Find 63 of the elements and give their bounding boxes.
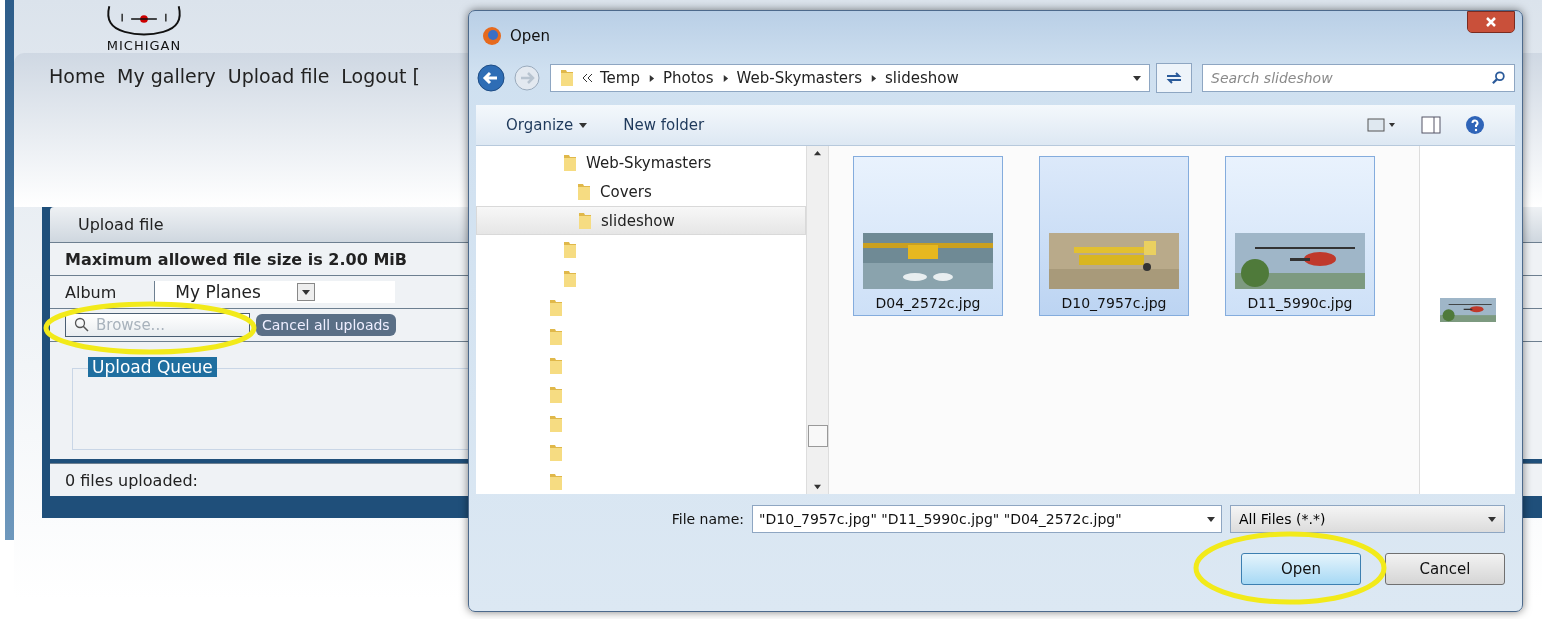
- preview-pane-icon[interactable]: [1421, 116, 1441, 134]
- scrollbar-thumb[interactable]: [807, 425, 828, 447]
- nav-link[interactable]: Upload file: [227, 65, 330, 195]
- folder-icon: [548, 298, 564, 317]
- upload-status: 0 files uploaded:: [65, 470, 198, 490]
- folder-icon: [559, 69, 575, 87]
- new-folder-button[interactable]: New folder: [623, 116, 705, 134]
- file-tile[interactable]: D10_7957c.jpg: [1039, 156, 1189, 316]
- scrollbar[interactable]: [806, 146, 828, 494]
- folder-icon: [548, 385, 564, 404]
- nav-link[interactable]: Logout [: [341, 65, 420, 195]
- view-icon[interactable]: [1367, 117, 1397, 133]
- refresh-icon[interactable]: [1156, 63, 1192, 93]
- organize-menu[interactable]: Organize: [506, 116, 588, 134]
- folder-icon: [562, 153, 578, 172]
- caret-icon: [648, 74, 655, 82]
- folder-icon: [548, 414, 564, 433]
- logo-text: MICHIGAN: [106, 38, 182, 53]
- file-name-label: File name:: [671, 511, 744, 527]
- folder-tree-item[interactable]: Web-Skymasters: [476, 148, 806, 177]
- caret-icon: [579, 121, 588, 129]
- caret-icon: [1207, 515, 1215, 523]
- folder-icon: [548, 443, 564, 462]
- file-type-dropdown[interactable]: All Files (*.*): [1230, 505, 1505, 533]
- back-icon[interactable]: [476, 63, 506, 93]
- folder-icon: [548, 356, 564, 375]
- dialog-title: Open: [510, 27, 551, 45]
- open-button[interactable]: Open: [1241, 553, 1361, 585]
- caret-icon: [814, 150, 821, 157]
- folder-icon: [548, 327, 564, 346]
- cancel-button[interactable]: Cancel: [1385, 553, 1505, 585]
- caret-icon: [870, 74, 877, 82]
- album-label: Album: [65, 282, 117, 302]
- nav-link[interactable]: Home: [49, 65, 106, 195]
- folder-icon: [548, 472, 564, 491]
- caret-icon: [1488, 515, 1496, 523]
- folder-icon: [577, 211, 593, 230]
- folder-icon: [562, 269, 578, 288]
- search-field[interactable]: Search slideshow: [1202, 64, 1515, 92]
- file-tile[interactable]: D04_2572c.jpg: [853, 156, 1003, 316]
- folder-icon: [562, 240, 578, 259]
- album-dropdown[interactable]: My Planes: [154, 281, 396, 303]
- queue-legend: Upload Queue: [88, 357, 217, 377]
- file-tile[interactable]: D11_5990c.jpg: [1225, 156, 1375, 316]
- help-icon[interactable]: [1465, 115, 1485, 135]
- forward-icon[interactable]: [512, 63, 542, 93]
- chevron-icon: [583, 74, 592, 82]
- cancel-uploads-button[interactable]: Cancel all uploads: [256, 314, 396, 336]
- file-name-field[interactable]: "D10_7957c.jpg" "D11_5990c.jpg" "D04_2572c.jpg": [752, 505, 1222, 533]
- search-icon: [1492, 71, 1506, 85]
- search-icon: [74, 317, 90, 333]
- caret-icon: [1133, 73, 1141, 82]
- nav-link[interactable]: My gallery: [117, 65, 216, 195]
- folder-icon: [576, 182, 592, 201]
- folder-tree-item[interactable]: Covers: [476, 177, 806, 206]
- folder-tree-item[interactable]: slideshow: [476, 206, 806, 235]
- address-bar[interactable]: Temp Photos Web-Skymasters slideshow: [550, 64, 1150, 92]
- caret-icon: [721, 74, 729, 82]
- caret-icon: [302, 288, 311, 296]
- caret-icon: [814, 483, 821, 490]
- browser-icon: [482, 26, 502, 46]
- max-size-text: Maximum allowed file size is 2.00 MiB: [65, 249, 407, 269]
- close-icon[interactable]: [1467, 11, 1515, 33]
